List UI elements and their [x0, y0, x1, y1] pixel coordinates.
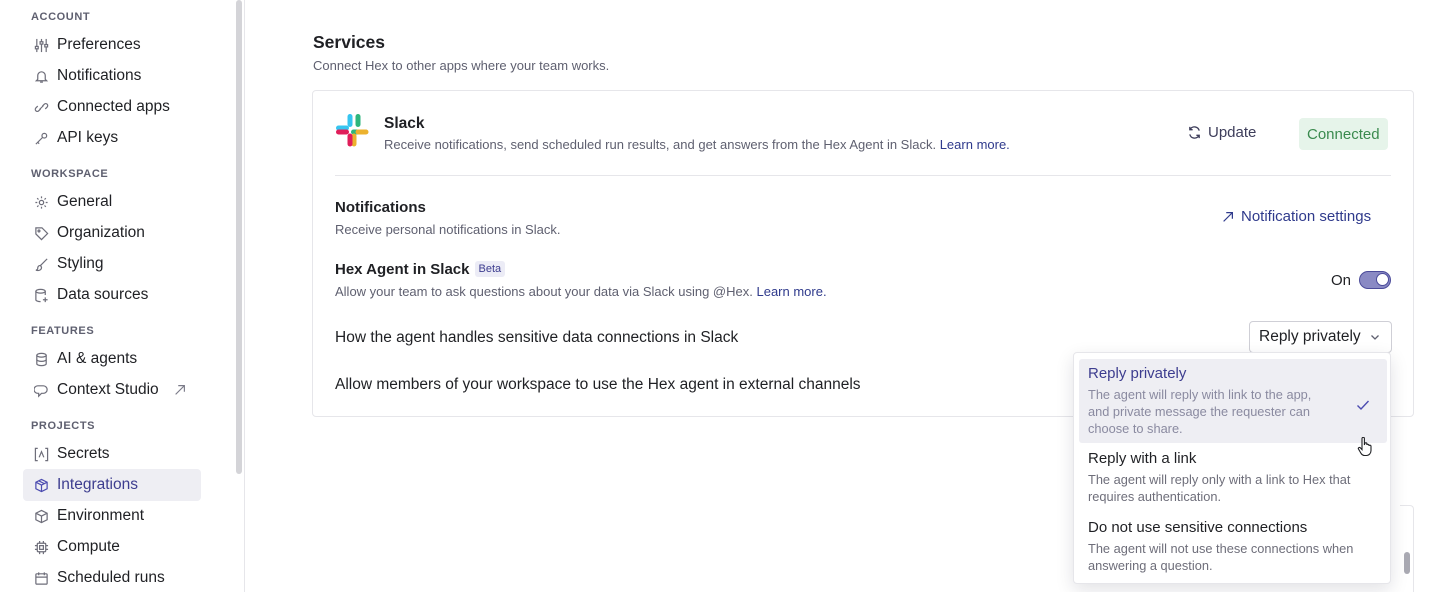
sensitive-data-label: How the agent handles sensitive data con…	[335, 329, 739, 346]
sensitive-data-dropdown: Reply privately The agent will reply wit…	[1073, 352, 1391, 584]
section-title-workspace: WORKSPACE	[31, 168, 109, 180]
update-label: Update	[1208, 124, 1257, 141]
arrow-up-right-icon	[1221, 210, 1235, 224]
chevron-down-icon	[1369, 331, 1381, 343]
sidebar-item-secrets[interactable]: Secrets	[23, 438, 201, 470]
slack-logo-icon	[335, 113, 369, 147]
box-icon	[33, 508, 49, 524]
external-link-icon	[173, 383, 187, 397]
option-label: Reply privately	[1088, 365, 1187, 382]
section-title-features: FEATURES	[31, 325, 95, 337]
sidebar-item-label: Data sources	[57, 286, 149, 303]
calendar-icon	[33, 570, 49, 586]
sidebar-item-label: Scheduled runs	[57, 569, 165, 586]
slack-name: Slack	[384, 115, 425, 132]
dropdown-option-reply-with-link[interactable]: Reply with a link The agent will reply o…	[1079, 444, 1387, 511]
sidebar-item-label: Preferences	[57, 36, 141, 53]
context-icon	[33, 382, 49, 398]
sidebar-item-label: Compute	[57, 538, 120, 555]
option-description: The agent will reply with link to the ap…	[1088, 387, 1312, 436]
sidebar-item-organization[interactable]: Organization	[23, 217, 201, 249]
option-label: Do not use sensitive connections	[1088, 519, 1308, 536]
hex-agent-title: Hex Agent in Slack Beta	[335, 261, 506, 278]
link-icon	[33, 99, 49, 115]
refresh-icon	[1187, 125, 1202, 140]
sidebar-item-label: Environment	[57, 507, 145, 524]
section-title-projects: PROJECTS	[31, 420, 96, 432]
sidebar-item-environment[interactable]: Environment	[23, 500, 201, 532]
slack-description-text: Receive notifications, send scheduled ru…	[384, 137, 937, 152]
section-title-account: ACCOUNT	[31, 11, 91, 23]
toggle-knob	[1376, 273, 1389, 286]
dropdown-option-do-not-use[interactable]: Do not use sensitive connections The age…	[1079, 513, 1387, 580]
next-card-edge	[1400, 505, 1414, 592]
toggle-state-label: On	[1331, 272, 1352, 289]
sidebar-item-label: Notifications	[57, 67, 142, 84]
gear-icon	[33, 194, 49, 210]
sidebar-scrollbar[interactable]	[236, 0, 242, 474]
sidebar-item-label: Context Studio	[57, 381, 159, 398]
select-value: Reply privately	[1259, 328, 1361, 345]
hand-pointer-cursor-icon	[1357, 437, 1373, 457]
sidebar-item-general[interactable]: General	[23, 186, 201, 218]
sidebar-item-scheduled-runs[interactable]: Scheduled runs	[23, 562, 201, 592]
sidebar-item-data-sources[interactable]: Data sources	[23, 279, 201, 311]
option-description: The agent will reply only with a link to…	[1088, 472, 1351, 504]
database-plus-icon	[33, 287, 49, 303]
sidebar-item-connected-apps[interactable]: Connected apps	[23, 91, 201, 123]
sidebar-item-styling[interactable]: Styling	[23, 248, 201, 280]
sensitive-data-select[interactable]: Reply privately	[1249, 321, 1392, 353]
slack-description: Receive notifications, send scheduled ru…	[384, 137, 1010, 152]
sidebar-item-label: General	[57, 193, 113, 210]
main-scrollbar[interactable]	[1404, 552, 1410, 574]
page-title: Services	[313, 32, 386, 52]
hex-agent-subtitle-text: Allow your team to ask questions about y…	[335, 284, 753, 299]
bell-icon	[33, 68, 49, 84]
option-label: Reply with a link	[1088, 450, 1197, 467]
notification-settings-link[interactable]: Notification settings	[1221, 208, 1371, 225]
external-channels-label: Allow members of your workspace to use t…	[335, 376, 861, 393]
sliders-icon	[33, 37, 49, 53]
sidebar-item-label: Connected apps	[57, 98, 170, 115]
brush-icon	[33, 256, 49, 272]
chip-icon	[33, 539, 49, 555]
sidebar-item-notifications[interactable]: Notifications	[23, 60, 201, 92]
sidebar-item-label: AI & agents	[57, 350, 138, 367]
sidebar-item-preferences[interactable]: Preferences	[23, 29, 201, 61]
tag-icon	[33, 225, 49, 241]
option-description: The agent will not use these connections…	[1088, 541, 1354, 573]
divider	[335, 175, 1391, 176]
sidebar-item-label: Organization	[57, 224, 145, 241]
notification-settings-label: Notification settings	[1241, 208, 1372, 225]
settings-sidebar: ACCOUNT Preferences Notifications Connec…	[0, 0, 245, 592]
sidebar-item-label: Styling	[57, 255, 104, 272]
sidebar-item-api-keys[interactable]: API keys	[23, 122, 201, 154]
dropdown-option-reply-privately[interactable]: Reply privately The agent will reply wit…	[1079, 359, 1387, 443]
notifications-title: Notifications	[335, 199, 426, 216]
connected-status-badge: Connected	[1299, 118, 1388, 150]
page-subtitle: Connect Hex to other apps where your tea…	[313, 58, 610, 73]
sidebar-item-label: Integrations	[57, 476, 138, 493]
check-icon	[1355, 397, 1371, 413]
sidebar-item-integrations[interactable]: Integrations	[23, 469, 201, 501]
sidebar-item-context-studio[interactable]: Context Studio	[23, 374, 201, 406]
sidebar-item-label: Secrets	[57, 445, 110, 462]
slack-learn-more-link[interactable]: Learn more.	[940, 137, 1010, 152]
hex-agent-toggle[interactable]	[1359, 271, 1391, 289]
beta-badge: Beta	[474, 261, 506, 277]
sidebar-item-ai-agents[interactable]: AI & agents	[23, 343, 201, 375]
sidebar-item-label: API keys	[57, 129, 119, 146]
database-icon	[33, 351, 49, 367]
hex-agent-learn-more-link[interactable]: Learn more.	[756, 284, 826, 299]
notifications-subtitle: Receive personal notifications in Slack.	[335, 222, 561, 237]
key-icon	[33, 130, 49, 146]
sidebar-item-compute[interactable]: Compute	[23, 531, 201, 563]
update-button[interactable]: Update	[1187, 124, 1256, 141]
hex-agent-title-text: Hex Agent in Slack	[335, 261, 470, 278]
hex-agent-subtitle: Allow your team to ask questions about y…	[335, 284, 827, 299]
cube-icon	[33, 477, 49, 493]
secret-icon	[33, 446, 49, 462]
